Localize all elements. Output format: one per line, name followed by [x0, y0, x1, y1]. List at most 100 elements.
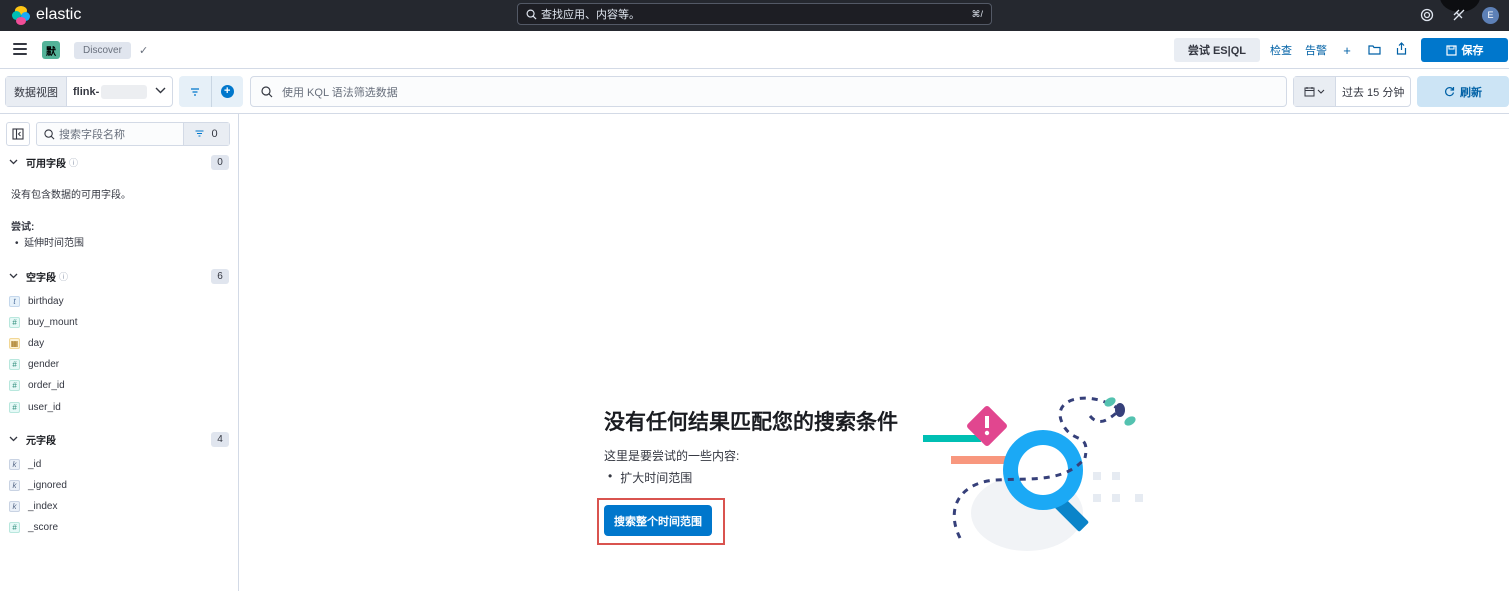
filter-icon	[190, 87, 199, 96]
quick-menu-button[interactable]	[1294, 77, 1336, 106]
save-icon	[1445, 44, 1457, 56]
field-item[interactable]: t birthday	[9, 293, 64, 309]
keyword-type-icon: k	[9, 500, 20, 512]
search-shortcut: ⌘/	[971, 8, 983, 19]
search-entire-time-range-button[interactable]: 搜索整个时间范围	[604, 505, 712, 536]
filter-count: 0	[211, 128, 218, 140]
field-item[interactable]: # gender	[9, 356, 59, 372]
field-name: order_id	[28, 379, 65, 391]
add-filter-button[interactable]: +	[210, 76, 244, 107]
logo-text: elastic	[36, 6, 82, 23]
available-fields-count: 0	[211, 154, 229, 170]
field-search-placeholder: 搜索字段名称	[59, 129, 125, 141]
filter-menu-button[interactable]	[179, 76, 211, 107]
number-type-icon: #	[9, 316, 20, 328]
field-name: _id	[28, 458, 42, 470]
help-icon[interactable]: ⓘ	[69, 156, 78, 169]
empty-state-subtitle: 这里是要尝试的一些内容:	[604, 449, 740, 463]
meta-fields-count: 4	[211, 431, 229, 447]
main-content	[240, 114, 1509, 591]
news-feed-icon[interactable]	[1450, 6, 1468, 24]
help-icon[interactable]: ⓘ	[59, 270, 68, 283]
field-item[interactable]: k _id	[9, 456, 41, 472]
field-item[interactable]: k _ignored	[9, 477, 67, 493]
time-range-text: 过去 15 分钟	[1342, 86, 1405, 99]
suggestion-item: • 延伸时间范围	[15, 238, 85, 249]
data-view-picker[interactable]: 数据视图 flink-	[5, 76, 173, 107]
date-type-icon: ▦	[9, 337, 20, 349]
time-picker[interactable]: 过去 15 分钟	[1293, 76, 1411, 107]
refresh-button[interactable]: 刷新	[1417, 76, 1509, 107]
help-icon[interactable]	[1418, 6, 1436, 24]
field-item[interactable]: # user_id	[9, 399, 61, 415]
breadcrumb-discover[interactable]: Discover	[74, 42, 131, 59]
refresh-label: 刷新	[1460, 86, 1482, 99]
available-fields-header[interactable]: 可用字段 ⓘ 0	[9, 154, 229, 170]
global-header: elastic 查找应用、内容等。 ⌘/ E	[0, 0, 1509, 31]
empty-fields-title: 空字段	[26, 272, 56, 284]
app-navbar: 默 Discover ✓ 尝试 ES|QL 检查 告警 + 保存	[0, 31, 1509, 69]
text-type-icon: t	[9, 295, 20, 307]
redacted-text	[101, 84, 148, 99]
no-fields-text: 没有包含数据的可用字段。	[11, 190, 131, 201]
chevron-down-icon	[9, 157, 19, 167]
field-name: gender	[28, 358, 60, 370]
collapse-sidebar-button[interactable]	[6, 122, 30, 146]
field-name: birthday	[28, 295, 64, 307]
search-icon	[261, 85, 273, 97]
chevron-down-icon	[9, 271, 19, 281]
field-type-filter-button[interactable]: 0	[183, 123, 229, 145]
try-label: 尝试:	[11, 222, 35, 233]
global-search-placeholder: 查找应用、内容等。	[541, 9, 640, 21]
field-item[interactable]: # _score	[9, 519, 58, 535]
field-name: buy_mount	[28, 316, 78, 328]
meta-fields-header[interactable]: 元字段 4	[9, 431, 229, 447]
meta-fields-title: 元字段	[26, 435, 56, 447]
keyword-type-icon: k	[9, 479, 20, 491]
elastic-logo[interactable]: elastic	[12, 5, 81, 25]
number-type-icon: #	[9, 521, 20, 533]
kql-search-input[interactable]: 使用 KQL 语法筛选数据	[250, 76, 1287, 107]
share-icon[interactable]	[1394, 42, 1408, 58]
save-button[interactable]: 保存	[1421, 38, 1508, 62]
space-avatar[interactable]: 默	[42, 41, 60, 59]
field-name: day	[28, 337, 45, 349]
refresh-icon	[1445, 87, 1455, 97]
check-icon: ✓	[139, 45, 149, 57]
number-type-icon: #	[9, 358, 20, 370]
field-item[interactable]: # order_id	[9, 377, 65, 393]
global-search-input[interactable]: 查找应用、内容等。 ⌘/	[517, 3, 992, 25]
chevron-down-icon	[155, 86, 166, 97]
field-item[interactable]: k _index	[9, 498, 57, 514]
field-search-input[interactable]: 搜索字段名称 0	[36, 122, 230, 146]
new-search-icon[interactable]: +	[1340, 43, 1354, 58]
chevron-down-icon	[1317, 89, 1325, 94]
elastic-logo-icon	[12, 5, 31, 25]
empty-fields-count: 6	[211, 268, 229, 284]
filter-icon	[195, 129, 204, 140]
field-name: _score	[28, 521, 59, 533]
alerts-link[interactable]: 告警	[1305, 42, 1327, 58]
data-view-value: flink-	[73, 85, 100, 98]
query-bar: 数据视图 flink- + 使用 KQL 语法筛选数据 过去 15 分钟 刷新	[0, 69, 1509, 114]
search-icon	[526, 9, 537, 20]
inspect-link[interactable]: 检查	[1270, 42, 1292, 58]
number-type-icon: #	[9, 401, 20, 413]
try-esql-button[interactable]: 尝试 ES|QL	[1173, 38, 1260, 62]
sidebar-collapse-icon	[12, 128, 24, 140]
search-icon	[44, 128, 55, 139]
field-name: user_id	[28, 401, 61, 413]
open-folder-icon[interactable]	[1367, 43, 1381, 58]
field-name: _ignored	[28, 479, 67, 491]
calendar-icon	[1304, 87, 1315, 97]
keyword-type-icon: k	[9, 458, 20, 470]
user-avatar[interactable]: E	[1482, 6, 1499, 24]
empty-state-title: 没有任何结果匹配您的搜索条件	[604, 411, 898, 434]
empty-state-suggestion: • 扩大时间范围	[608, 469, 693, 485]
field-item[interactable]: ▦ day	[9, 335, 44, 351]
available-fields-title: 可用字段	[26, 158, 66, 170]
empty-fields-header[interactable]: 空字段 ⓘ 6	[9, 268, 229, 284]
field-list-sidebar: 搜索字段名称 0 可用字段 ⓘ 0 没有包含数据的可用字段。 尝试: • 延伸时…	[0, 114, 239, 591]
field-item[interactable]: # buy_mount	[9, 314, 77, 330]
menu-icon[interactable]	[13, 43, 27, 55]
